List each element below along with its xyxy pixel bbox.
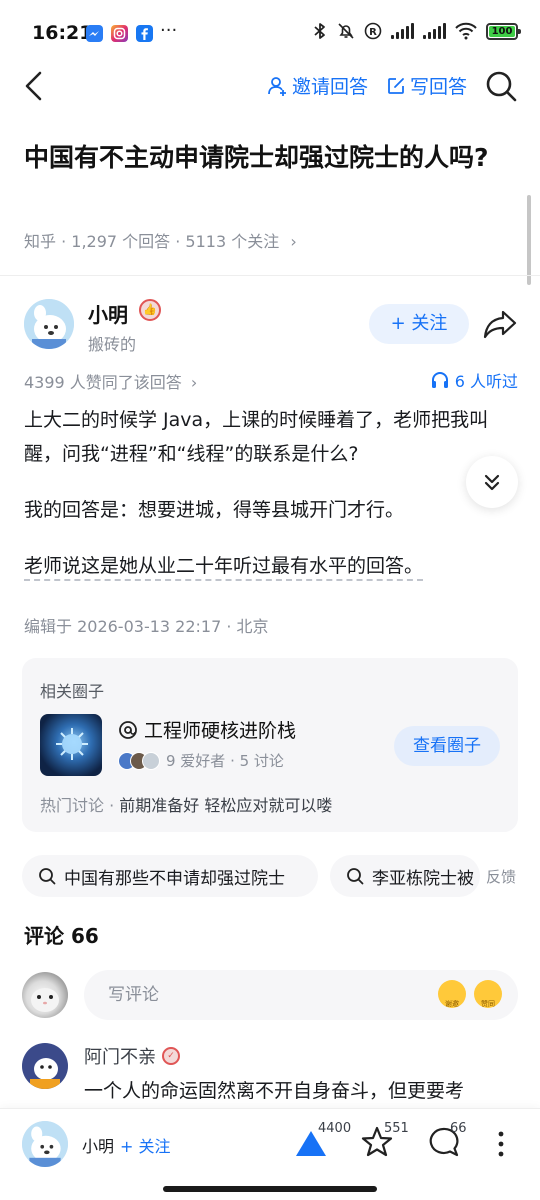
mute-icon <box>338 23 354 39</box>
related-search-text: 中国有那些不申请却强过院士 <box>64 868 285 889</box>
card-title: 相关圈子 <box>40 682 105 701</box>
hot-discussion-text: 前期准备好 轻松应对就可以喽 <box>119 796 333 815</box>
favorite-count: 551 <box>384 1121 409 1136</box>
comment-text: 一个人的命运固然离不开自身奋斗，但更要考 <box>84 1080 465 1102</box>
divider <box>0 275 540 276</box>
write-answer-label: 写回答 <box>410 76 468 98</box>
share-button[interactable] <box>483 309 517 339</box>
comments-header: 评论 66 <box>24 924 99 948</box>
status-bar: 16:21 ··· R 100 <box>0 0 540 68</box>
more-vertical-icon <box>498 1131 504 1157</box>
search-icon <box>486 71 517 102</box>
commenter-name[interactable]: 阿门不亲 ✓ <box>84 1043 180 1069</box>
home-indicator[interactable] <box>163 1186 377 1192</box>
answer-paragraph-3-text: 老师说这是她从业二十年听过最有水平的回答。 <box>24 555 424 581</box>
status-more-dots: ··· <box>160 20 178 41</box>
my-avatar[interactable] <box>22 972 68 1018</box>
answer-paragraph-2: 我的回答是：想要进城，得等县城开门才行。 <box>24 499 405 521</box>
verified-badge-icon: ✓ <box>162 1047 180 1065</box>
commenter-name-text: 阿门不亲 <box>84 1047 156 1068</box>
listen-count: 6 人听过 <box>454 372 518 391</box>
question-meta[interactable]: 知乎 · 1,297 个回答 · 5113 个关注 › <box>24 228 297 252</box>
votes-count[interactable]: 4399 人赞同了该回答 › <box>24 369 197 393</box>
instagram-icon <box>111 25 128 42</box>
avatar-image <box>24 299 74 349</box>
battery-icon: 100 <box>486 22 521 40</box>
answer-paragraph-1: 上大二的时候学 Java，上课的时候睡着了，老师把我叫醒，问我“进程”和“线程”… <box>24 409 489 465</box>
battery-level: 100 <box>489 25 515 37</box>
hamster-avatar-icon <box>31 988 59 1012</box>
circle-stats: 9 爱好者 · 5 讨论 <box>118 750 284 771</box>
circle-at-icon <box>119 720 137 739</box>
status-right-icons: R 100 <box>312 22 521 40</box>
headphones-icon <box>431 372 448 388</box>
emoji-agree-button[interactable]: 赞同 <box>474 980 502 1008</box>
write-answer-button[interactable]: 写回答 <box>386 72 467 99</box>
status-time: 16:21 <box>32 22 93 44</box>
avatar <box>142 751 160 770</box>
circle-name-text: 工程师硬核进阶栈 <box>144 720 297 742</box>
related-search-chip[interactable]: 中国有那些不申请却强过院士 <box>22 855 318 897</box>
back-button[interactable] <box>20 70 50 102</box>
invite-user-icon <box>268 76 286 96</box>
answer-paragraph-3: 老师说这是她从业二十年听过最有水平的回答。 <box>24 549 524 583</box>
signal-icon <box>391 23 414 39</box>
upvote-count: 4400 <box>318 1121 352 1136</box>
edited-timestamp: 编辑于 2026-03-13 22:17 · 北京 <box>24 617 269 636</box>
invite-answer-label: 邀请回答 <box>292 76 369 98</box>
feedback-link[interactable]: 反馈 <box>486 866 516 887</box>
svg-text:R: R <box>369 27 377 38</box>
search-icon <box>347 868 364 885</box>
virus-graphic-icon <box>56 728 88 760</box>
question-meta-text: 知乎 · 1,297 个回答 · 5113 个关注 <box>24 232 280 251</box>
chevron-right-icon: › <box>190 373 198 392</box>
share-icon <box>483 310 517 339</box>
signal-icon <box>423 23 446 39</box>
chevron-right-icon: › <box>290 232 297 251</box>
listen-button[interactable]: 6 人听过 <box>431 368 518 392</box>
bluetooth-icon <box>314 23 325 39</box>
circle-name[interactable]: 工程师硬核进阶栈 <box>118 716 296 743</box>
author-avatar[interactable] <box>24 299 74 349</box>
view-circle-button[interactable]: 查看圈子 <box>394 726 500 766</box>
verified-badge-icon: 👍 <box>139 299 161 321</box>
search-button[interactable] <box>484 69 518 103</box>
messenger-icon <box>86 25 103 42</box>
circle-thumbnail <box>40 714 102 776</box>
back-arrow-icon <box>25 71 42 101</box>
bottom-follow-button[interactable]: + 关注 <box>120 1133 171 1157</box>
avatar-image <box>22 1043 68 1089</box>
avatar-image <box>22 1121 68 1167</box>
bottom-author-avatar[interactable] <box>22 1121 68 1167</box>
edit-icon <box>388 77 404 94</box>
wifi-icon <box>455 22 477 40</box>
bottom-author-name[interactable]: 小明 <box>82 1133 114 1157</box>
author-name[interactable]: 小明 <box>88 299 128 328</box>
related-circle-card[interactable]: 相关圈子 工程师硬核进阶栈 9 爱好者 · 5 讨论 查看圈子 热门讨论 · 前… <box>22 658 518 832</box>
emoji-agree-label: 赞同 <box>481 1000 495 1008</box>
related-search-text: 李亚栋院士被 <box>372 868 474 889</box>
follow-button[interactable]: + 关注 <box>369 304 469 344</box>
commenter-avatar[interactable] <box>22 1043 68 1089</box>
invite-answer-button[interactable]: 邀请回答 <box>266 72 368 99</box>
member-avatars <box>118 751 160 770</box>
facebook-icon <box>136 25 153 42</box>
r-icon: R <box>364 22 382 40</box>
comment-count: 66 <box>450 1121 467 1136</box>
more-button[interactable] <box>494 1129 508 1159</box>
hot-discussion-prefix: 热门讨论 · <box>40 796 120 815</box>
scrollbar[interactable] <box>527 195 531 285</box>
author-bio: 搬砖的 <box>88 335 137 354</box>
emoji-thanks-button[interactable]: 谢邀 <box>438 980 466 1008</box>
circle-stats-text: 9 爱好者 · 5 讨论 <box>166 752 284 770</box>
emoji-thanks-label: 谢邀 <box>445 1000 459 1008</box>
question-title[interactable]: 中国有不主动申请院士却强过院士的人吗? <box>24 138 504 178</box>
related-search-chip[interactable]: 李亚栋院士被 <box>330 855 480 897</box>
search-icon <box>39 868 56 885</box>
hot-discussion[interactable]: 热门讨论 · 前期准备好 轻松应对就可以喽 <box>40 792 332 816</box>
votes-text: 4399 人赞同了该回答 <box>24 373 182 392</box>
